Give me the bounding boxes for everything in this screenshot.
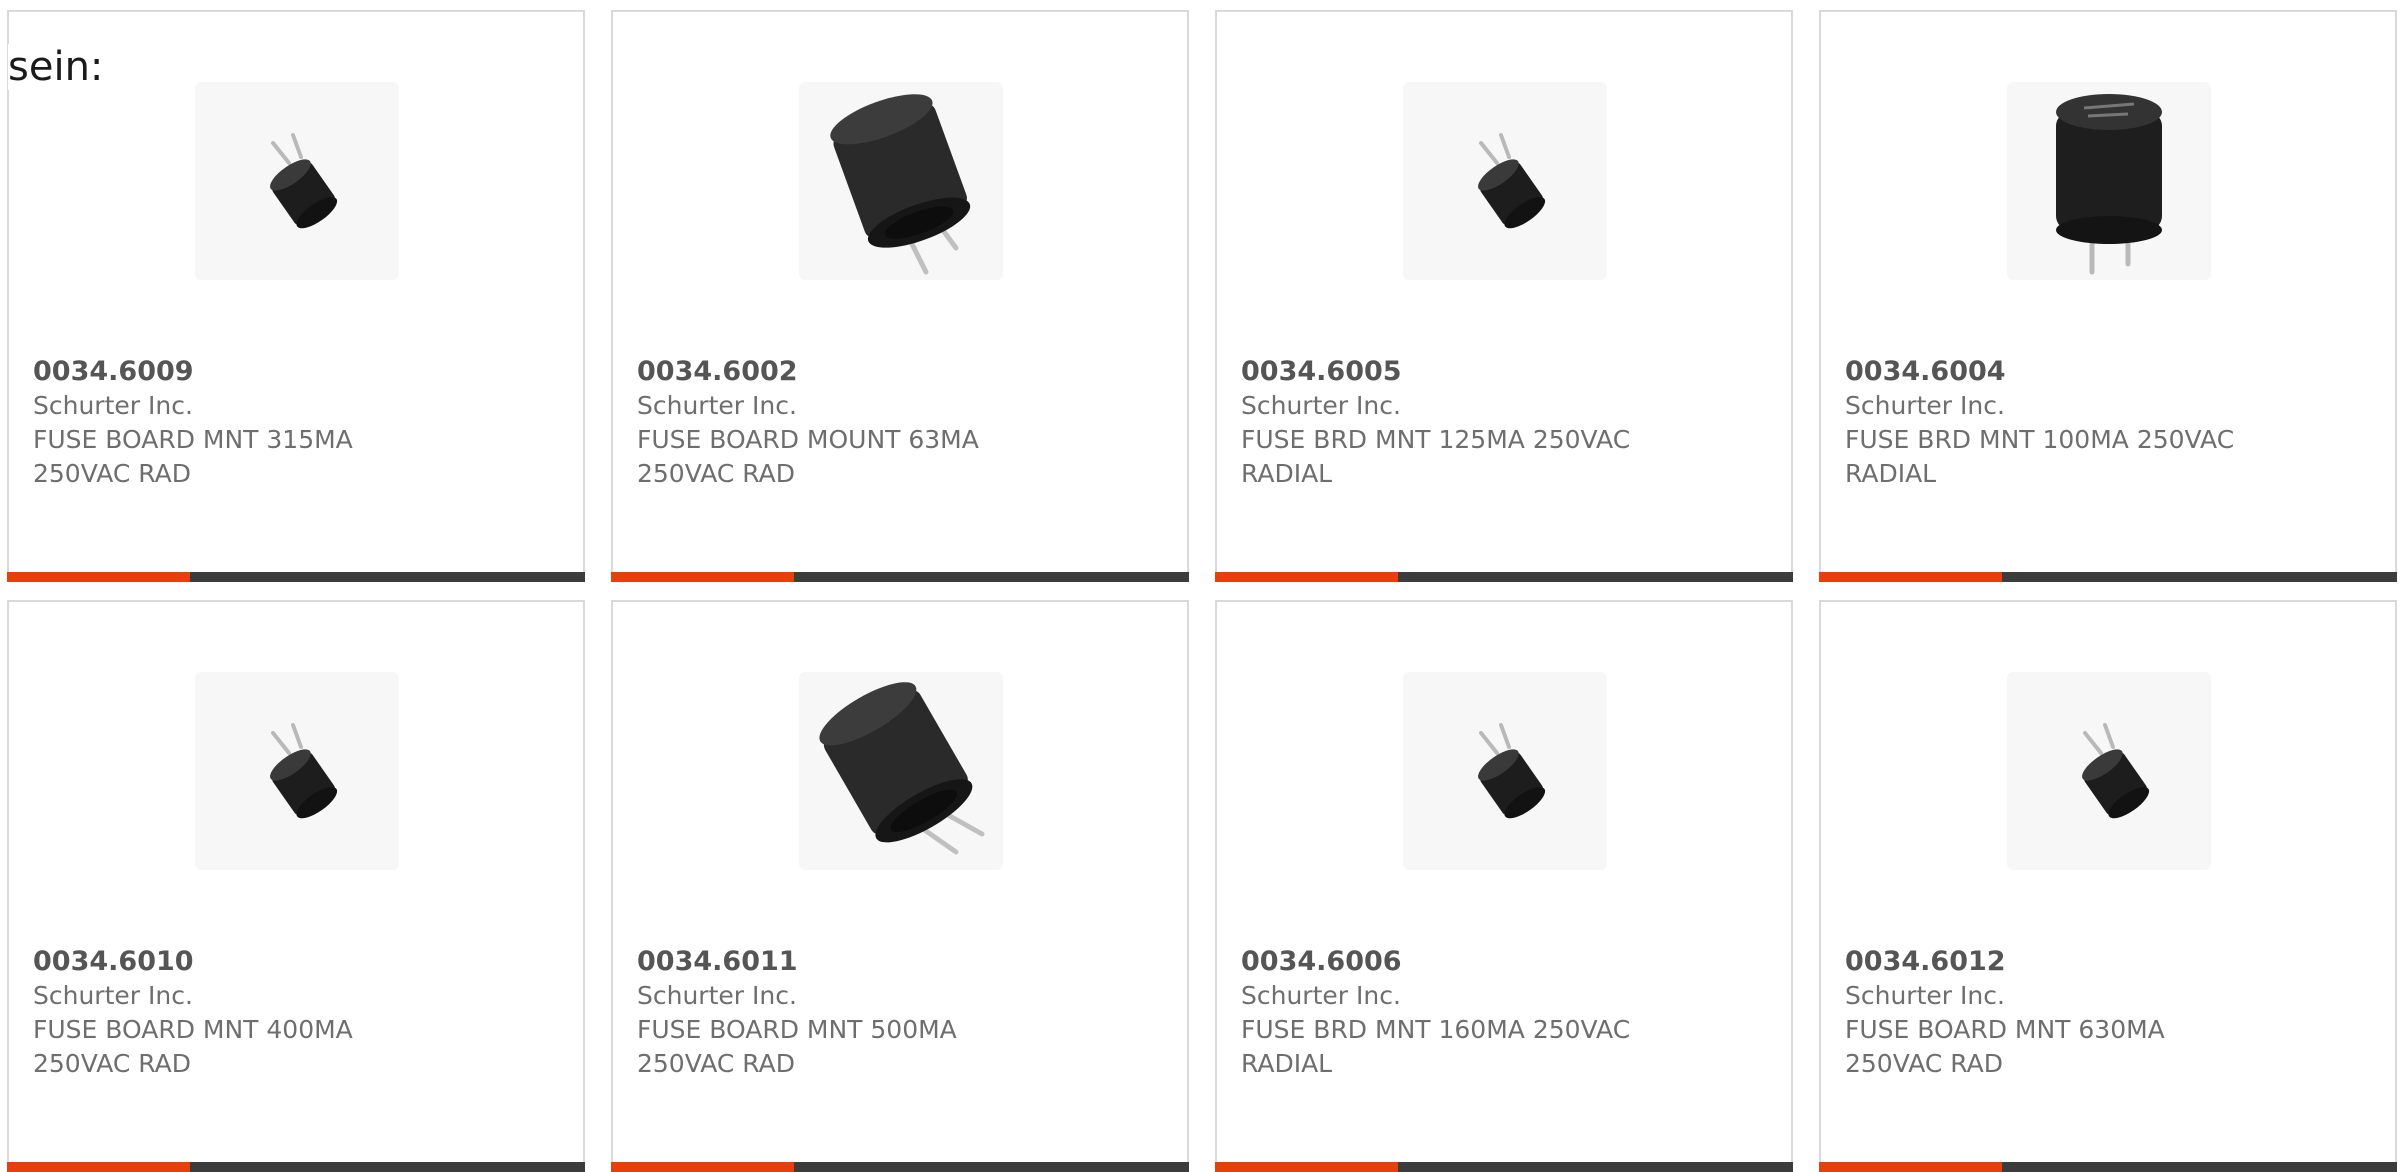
product-description: FUSE BOARD MNT 315MA 250VAC RAD xyxy=(33,425,353,488)
product-description: FUSE BOARD MNT 400MA 250VAC RAD xyxy=(33,1015,353,1078)
product-card[interactable]: 0034.6011 Schurter Inc. FUSE BOARD MNT 5… xyxy=(611,600,1189,1172)
accent-stripe xyxy=(1215,572,1398,582)
manufacturer: Schurter Inc. xyxy=(637,981,797,1010)
accent-stripe xyxy=(7,572,190,582)
manufacturer: Schurter Inc. xyxy=(637,391,797,420)
product-image[interactable] xyxy=(799,672,1003,870)
product-description: FUSE BRD MNT 100MA 250VAC RADIAL xyxy=(1845,425,2235,488)
accent-stripe xyxy=(611,1162,794,1172)
product-image[interactable] xyxy=(195,672,399,870)
card-footer-bar xyxy=(611,1162,1189,1172)
accent-stripe xyxy=(611,572,794,582)
part-number[interactable]: 0034.6004 xyxy=(1845,355,2371,389)
product-card[interactable]: 0034.6005 Schurter Inc. FUSE BRD MNT 125… xyxy=(1215,10,1793,582)
part-number[interactable]: 0034.6012 xyxy=(1845,945,2371,979)
small-fuse-angled-icon xyxy=(1478,133,1546,229)
product-description: FUSE BOARD MNT 500MA 250VAC RAD xyxy=(637,1015,957,1078)
card-footer-bar xyxy=(1819,572,2397,582)
product-description: FUSE BRD MNT 160MA 250VAC RADIAL xyxy=(1241,1015,1631,1078)
card-footer-bar xyxy=(1215,572,1793,582)
leading-text: sein: xyxy=(8,44,104,90)
part-number[interactable]: 0034.6006 xyxy=(1241,945,1767,979)
product-description: FUSE BOARD MNT 630MA 250VAC RAD xyxy=(1845,1015,2165,1078)
product-info: 0034.6002 Schurter Inc. FUSE BOARD MOUNT… xyxy=(637,355,1163,491)
product-info: 0034.6006 Schurter Inc. FUSE BRD MNT 160… xyxy=(1241,945,1767,1081)
product-card[interactable]: 0034.6004 Schurter Inc. FUSE BRD MNT 100… xyxy=(1819,10,2397,582)
product-info: 0034.6009 Schurter Inc. FUSE BOARD MNT 3… xyxy=(33,355,559,491)
product-description: FUSE BRD MNT 125MA 250VAC RADIAL xyxy=(1241,425,1631,488)
product-card[interactable]: 0034.6006 Schurter Inc. FUSE BRD MNT 160… xyxy=(1215,600,1793,1172)
large-fuse-tilted-icon xyxy=(830,94,971,275)
product-info: 0034.6012 Schurter Inc. FUSE BOARD MNT 6… xyxy=(1845,945,2371,1081)
product-info: 0034.6011 Schurter Inc. FUSE BOARD MNT 5… xyxy=(637,945,1163,1081)
fuse-upright-icon xyxy=(2056,94,2162,275)
card-footer-bar xyxy=(1819,1162,2397,1172)
product-card[interactable]: 0034.6010 Schurter Inc. FUSE BOARD MNT 4… xyxy=(7,600,585,1172)
card-footer-bar xyxy=(611,572,1189,582)
part-number[interactable]: 0034.6005 xyxy=(1241,355,1767,389)
part-number[interactable]: 0034.6010 xyxy=(33,945,559,979)
manufacturer: Schurter Inc. xyxy=(1845,981,2005,1010)
part-number[interactable]: 0034.6009 xyxy=(33,355,559,389)
accent-stripe xyxy=(1215,1162,1398,1172)
product-description: FUSE BOARD MOUNT 63MA 250VAC RAD xyxy=(637,425,979,488)
card-footer-bar xyxy=(7,572,585,582)
accent-stripe xyxy=(7,1162,190,1172)
part-number[interactable]: 0034.6002 xyxy=(637,355,1163,389)
product-image[interactable] xyxy=(1403,672,1607,870)
card-footer-bar xyxy=(7,1162,585,1172)
small-fuse-angled-icon xyxy=(270,723,338,819)
product-image[interactable] xyxy=(2007,672,2211,870)
manufacturer: Schurter Inc. xyxy=(1241,981,1401,1010)
accent-stripe xyxy=(1819,1162,2002,1172)
product-card[interactable]: 0034.6009 Schurter Inc. FUSE BOARD MNT 3… xyxy=(7,10,585,582)
small-fuse-angled-icon xyxy=(2082,723,2150,819)
manufacturer: Schurter Inc. xyxy=(33,981,193,1010)
product-info: 0034.6010 Schurter Inc. FUSE BOARD MNT 4… xyxy=(33,945,559,1081)
product-image[interactable] xyxy=(799,82,1003,280)
product-info: 0034.6005 Schurter Inc. FUSE BRD MNT 125… xyxy=(1241,355,1767,491)
product-image[interactable] xyxy=(195,82,399,280)
accent-stripe xyxy=(1819,572,2002,582)
small-fuse-angled-icon xyxy=(1478,723,1546,819)
product-info: 0034.6004 Schurter Inc. FUSE BRD MNT 100… xyxy=(1845,355,2371,491)
manufacturer: Schurter Inc. xyxy=(1845,391,2005,420)
product-image[interactable] xyxy=(2007,82,2211,280)
small-fuse-angled-icon xyxy=(270,133,338,229)
product-card[interactable]: 0034.6012 Schurter Inc. FUSE BOARD MNT 6… xyxy=(1819,600,2397,1172)
large-fuse-tilted-icon xyxy=(819,682,985,855)
part-number[interactable]: 0034.6011 xyxy=(637,945,1163,979)
product-image[interactable] xyxy=(1403,82,1607,280)
manufacturer: Schurter Inc. xyxy=(1241,391,1401,420)
card-footer-bar xyxy=(1215,1162,1793,1172)
product-card[interactable]: 0034.6002 Schurter Inc. FUSE BOARD MOUNT… xyxy=(611,10,1189,582)
manufacturer: Schurter Inc. xyxy=(33,391,193,420)
